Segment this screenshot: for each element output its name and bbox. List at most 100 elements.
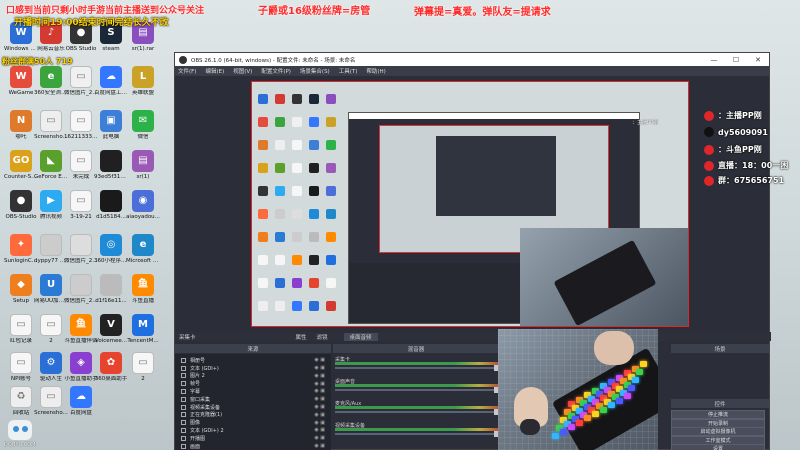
desktop-icon[interactable]: ▭ 2 (34, 314, 68, 344)
preview-mini-icon (275, 301, 285, 311)
app-icon: ♻ (10, 386, 32, 408)
preview-mini-icon (258, 278, 268, 288)
desktop-icon[interactable]: d1d5184... (94, 190, 128, 220)
volume-slider[interactable] (335, 409, 505, 415)
desktop-icon[interactable]: 93ed5f31ea... (94, 150, 128, 180)
desktop-icon[interactable]: ▭ NPI账号 (4, 352, 38, 382)
control-button[interactable]: 设置 (671, 444, 765, 450)
desktop-icon[interactable]: d1f16e11... (94, 274, 128, 304)
desktop-icon[interactable]: ⚙ 驱动人生 (34, 352, 68, 382)
desktop-icon[interactable]: ▭ Screensho... (34, 110, 68, 140)
desktop-icon[interactable]: ▭ 微信图片_2021050... (64, 66, 98, 96)
keyboard-key (636, 369, 643, 376)
douyu-icon (704, 144, 714, 155)
desktop-icon[interactable]: W WeGame (4, 66, 38, 96)
desktop-icon-label: 未完成 (72, 174, 90, 180)
obs-preview-canvas[interactable]: ：主播PP刚 (251, 81, 689, 327)
preview-mini-icon (258, 163, 268, 173)
desktop-icon[interactable]: 微信图片_2021062... (64, 274, 98, 304)
streamer-info-text: 群：675656751 (718, 176, 785, 185)
preview-mini-icon (292, 140, 302, 150)
minimize-icon[interactable]: — (703, 56, 725, 64)
desktop-icon[interactable]: ▭ 未完成 (64, 150, 98, 180)
volume-meter (335, 384, 505, 387)
filters-button[interactable]: 滤镜 (317, 333, 328, 341)
desktop-icon[interactable]: ◈ 小鱼直播助手 (64, 352, 98, 382)
preview-mini-icon (326, 186, 336, 196)
desktop-icon[interactable]: ◣ GeForce Experience (34, 150, 68, 180)
desktop-icon[interactable]: GO Counter-Strike Global Off... (4, 150, 38, 180)
desktop-icon[interactable]: U 网易UU加速器 (34, 274, 68, 304)
menu-tools[interactable]: 工具(T) (339, 67, 358, 75)
desktop-icon[interactable]: ◆ Setup (4, 274, 38, 304)
desktop-icon[interactable]: ▭ 162113332... (64, 110, 98, 140)
desktop-icon-label: 英雄联盟 (131, 90, 154, 96)
desktop-icon[interactable]: 微信图片_2021062... (64, 234, 98, 264)
preview-mini-icon (275, 140, 285, 150)
desktop-icon-label: 此电脑 (102, 134, 120, 140)
obs-title-bar[interactable]: OBS 26.1.0 (64-bit, windows) - 配置文件: 未命名… (175, 53, 769, 66)
streamer-info-text: 直播：18：00一困 (718, 161, 789, 170)
mixer-track: 采集卡 (335, 356, 505, 372)
desktop-icon[interactable]: e 360安全浏览器 (34, 66, 68, 96)
desktop-icon[interactable]: 鱼斗鱼直播伴侣 (64, 314, 98, 344)
app-icon: ▶ (40, 190, 62, 212)
preview-mini-icon (309, 278, 319, 288)
streamer-info-line: 群：675656751 (704, 175, 784, 186)
desktop-icon[interactable]: dyppy77 19微信截... (34, 234, 68, 264)
app-icon: ✿ (100, 352, 122, 374)
desktop-icon[interactable]: ▭ 2 (126, 352, 160, 382)
desktop-icon[interactable]: ♻ 回收站 (4, 386, 38, 416)
desktop-icon[interactable]: 鱼斗鱼直播 (126, 274, 160, 304)
desktop-icon[interactable]: e Microsoft Edge (126, 234, 160, 264)
desktop-icon[interactable]: ▭ Screensho... (34, 386, 68, 416)
desktop-icon-label: 2 (49, 338, 53, 344)
menu-view[interactable]: 视图(V) (233, 67, 252, 75)
desktop-icon[interactable]: ☁ 百度网盘 (64, 386, 98, 416)
app-icon: e (132, 234, 154, 256)
desktop-icon-label: SunloginCl... (4, 258, 38, 264)
overlay-request-rule: 弹幕提=真爱。弹队友=提请求 (414, 7, 551, 18)
desktop-icon[interactable]: M TencentM... (126, 314, 160, 344)
preview-mini-icon (275, 94, 285, 104)
app-icon: ▭ (70, 66, 92, 88)
preview-mini-icon (309, 140, 319, 150)
desktop-icon[interactable]: L 英雄联盟 (126, 66, 160, 96)
close-icon[interactable]: ✕ (747, 56, 769, 64)
desktop-icon[interactable]: ▤ sr(1) (126, 150, 160, 180)
volume-slider[interactable] (335, 365, 505, 371)
menu-scene-collection[interactable]: 场景集合(S) (300, 67, 330, 75)
desktop-icon-label: steam (102, 46, 120, 52)
menu-help[interactable]: 帮助(H) (366, 67, 385, 75)
desktop-icon[interactable]: ▣ 此电脑 (94, 110, 128, 140)
desktop-icon[interactable]: ▶ 腾讯视频 (34, 190, 68, 220)
menu-edit[interactable]: 编辑(E) (205, 67, 224, 75)
desktop-audio-button[interactable]: 桌面音频 (343, 332, 378, 341)
desktop-icon[interactable]: ▭ 3-19-21 (64, 190, 98, 220)
desktop-icon[interactable]: ▭ 红包记录 (4, 314, 38, 344)
volume-slider[interactable] (335, 431, 505, 437)
app-icon (70, 274, 92, 296)
properties-button[interactable]: 属性 (296, 333, 307, 341)
streamer-info-text: dy5609091 (718, 127, 768, 137)
mixer-track: 视频采集设备 (335, 422, 505, 438)
desktop-icon[interactable]: ✦ SunloginCl... (4, 234, 38, 264)
desktop-icon[interactable]: V Voicemee... (94, 314, 128, 344)
app-icon: ▤ (132, 150, 154, 172)
preview-mini-icon (326, 209, 336, 219)
app-icon: ▭ (70, 150, 92, 172)
desktop-icon[interactable]: N 哪吒 (4, 110, 38, 140)
desktop-icon[interactable]: ◎ 360小程序中心 (94, 234, 128, 264)
mixer-track: 麦克风/Aux (335, 400, 505, 416)
desktop-icon[interactable]: ◉ aiaoyadou... (126, 190, 160, 220)
desktop-icon[interactable]: ☁ 百度网盘工作空间 (94, 66, 128, 96)
desktop-icon-label: 360安全浏览器 (34, 90, 68, 96)
desktop-icon[interactable]: ✿ 360桌面助手 (94, 352, 128, 382)
desktop-icon[interactable]: ● OBS-Studio (4, 190, 38, 220)
desktop-icon[interactable]: ✉ 微信 (126, 110, 160, 140)
menu-file[interactable]: 文件(F) (178, 67, 196, 75)
maximize-icon[interactable]: ☐ (725, 56, 747, 64)
volume-slider[interactable] (335, 387, 505, 393)
menu-profile[interactable]: 配置文件(P) (261, 67, 291, 75)
desktop-icon-label: 微信图片_2021062... (64, 258, 98, 264)
